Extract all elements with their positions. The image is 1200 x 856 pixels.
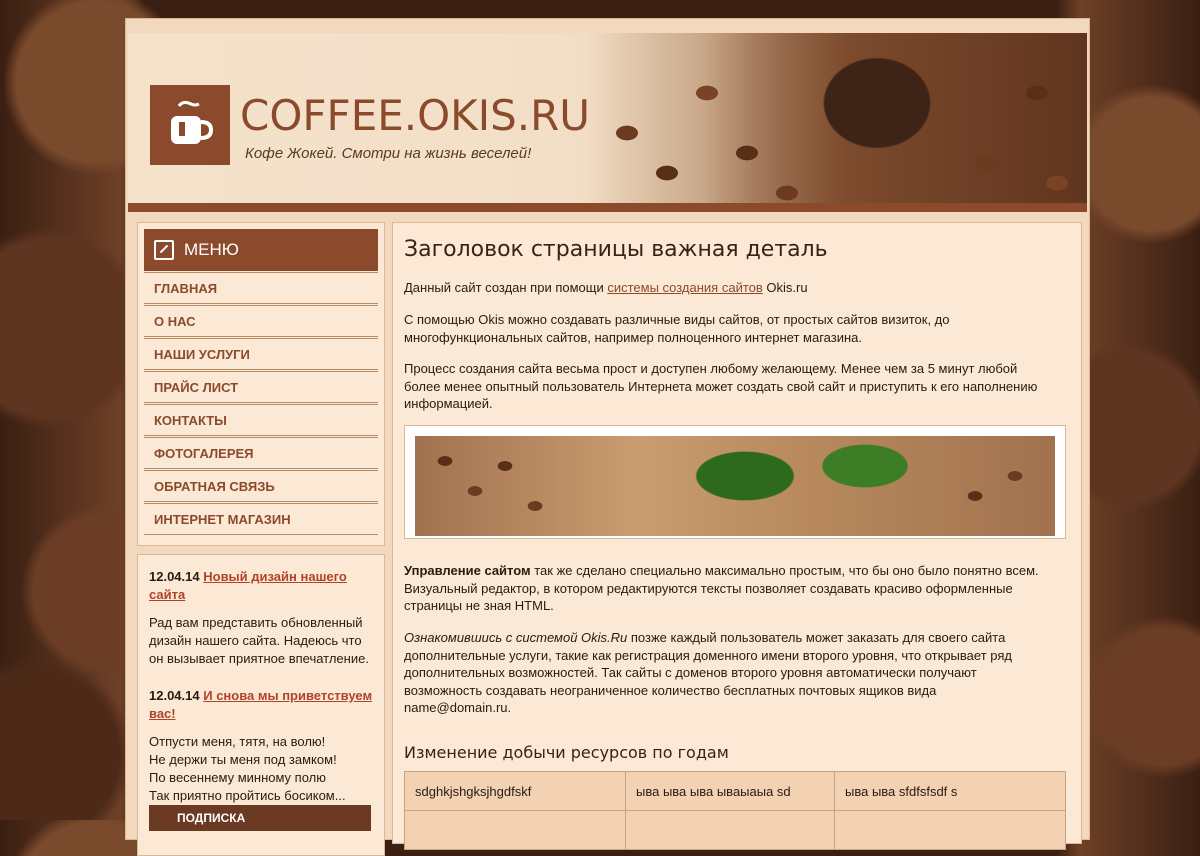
text: Okis.ru xyxy=(762,280,808,295)
paragraph: Управление сайтом так же сделано специал… xyxy=(404,562,1044,615)
table-cell xyxy=(625,810,835,850)
news-block: 12.04.14 Новый дизайн нашего сайта Рад в… xyxy=(137,554,385,856)
table-cell: ыва ыва sfdfsfsdf s xyxy=(834,771,1066,811)
table-cell xyxy=(404,810,626,850)
text: Данный сайт создан при помощи xyxy=(404,280,608,295)
news-item: 12.04.14 Новый дизайн нашего сайта Рад в… xyxy=(149,568,374,668)
news-line: Отпусти меня, тятя, на волю! xyxy=(149,734,326,749)
logo[interactable] xyxy=(150,85,230,165)
news-poem: Отпусти меня, тятя, на волю! Не держи ты… xyxy=(149,733,374,805)
coffee-beans-image xyxy=(587,33,1087,203)
intro-paragraph: Данный сайт создан при помощи системы со… xyxy=(404,279,1044,297)
news-line: По весеннему минному полю xyxy=(149,770,326,785)
menu-item-pricelist[interactable]: ПРАЙС ЛИСТ xyxy=(144,371,378,403)
bold-text: Управление сайтом xyxy=(404,563,531,578)
banner-frame xyxy=(404,425,1066,539)
subscribe-button[interactable]: ПОДПИСКА xyxy=(149,805,371,831)
coffee-leaves-image xyxy=(415,436,1055,536)
data-table: sdghkjshgksjhgdfskf ыва ыва ыва ываыаыа … xyxy=(404,771,1066,850)
compass-icon xyxy=(154,240,174,260)
menu-item-shop[interactable]: ИНТЕРНЕТ МАГАЗИН xyxy=(144,503,378,535)
italic-text: Ознакомившись с системой Okis.Ru xyxy=(404,630,628,645)
menu-item-gallery[interactable]: ФОТОГАЛЕРЕЯ xyxy=(144,437,378,469)
section-subtitle: Изменение добычи ресурсов по годам xyxy=(404,743,729,762)
site-header: COFFEE.OKIS.RU Кофе Жокей. Смотри на жиз… xyxy=(128,33,1087,203)
menu-item-contacts[interactable]: КОНТАКТЫ xyxy=(144,404,378,436)
menu-item-services[interactable]: НАШИ УСЛУГИ xyxy=(144,338,378,370)
table-cell xyxy=(834,810,1066,850)
menu-title: МЕНЮ xyxy=(184,240,239,259)
news-line: Так приятно пройтись босиком... xyxy=(149,788,346,803)
coffee-cup-icon xyxy=(171,100,214,144)
main-content: Заголовок страницы важная деталь Данный … xyxy=(392,222,1082,850)
menu-header: МЕНЮ xyxy=(144,229,378,271)
paragraph: Ознакомившись с системой Okis.Ru позже к… xyxy=(404,629,1044,717)
news-text: Рад вам представить обновленный дизайн н… xyxy=(149,615,369,666)
news-date: 12.04.14 xyxy=(149,688,200,703)
table-row: sdghkjshgksjhgdfskf ыва ыва ыва ываыаыа … xyxy=(404,771,1066,811)
news-item: 12.04.14 И снова мы приветствуем вас! От… xyxy=(149,687,374,805)
header-divider xyxy=(128,203,1087,212)
table-row xyxy=(404,810,1066,850)
menu-item-about[interactable]: О НАС xyxy=(144,305,378,337)
news-line: Не держи ты меня под замком! xyxy=(149,752,337,767)
site-title[interactable]: COFFEE.OKIS.RU xyxy=(240,91,590,140)
paragraph: С помощью Okis можно создавать различные… xyxy=(404,312,950,345)
menu-list: ГЛАВНАЯ О НАС НАШИ УСЛУГИ ПРАЙС ЛИСТ КОН… xyxy=(144,271,378,535)
page-title: Заголовок страницы важная деталь xyxy=(404,237,828,262)
sidebar-menu: МЕНЮ ГЛАВНАЯ О НАС НАШИ УСЛУГИ ПРАЙС ЛИС… xyxy=(137,222,385,546)
paragraph: Процесс создания сайта весьма прост и до… xyxy=(404,361,1038,411)
page-container: COFFEE.OKIS.RU Кофе Жокей. Смотри на жиз… xyxy=(125,18,1090,856)
site-builder-link[interactable]: системы создания сайтов xyxy=(607,280,762,295)
menu-item-feedback[interactable]: ОБРАТНАЯ СВЯЗЬ xyxy=(144,470,378,502)
menu-item-home[interactable]: ГЛАВНАЯ xyxy=(144,272,378,304)
table-cell: sdghkjshgksjhgdfskf xyxy=(404,771,626,811)
site-tagline: Кофе Жокей. Смотри на жизнь веселей! xyxy=(245,145,532,162)
table-cell: ыва ыва ыва ываыаыа sd xyxy=(625,771,835,811)
news-date: 12.04.14 xyxy=(149,569,200,584)
